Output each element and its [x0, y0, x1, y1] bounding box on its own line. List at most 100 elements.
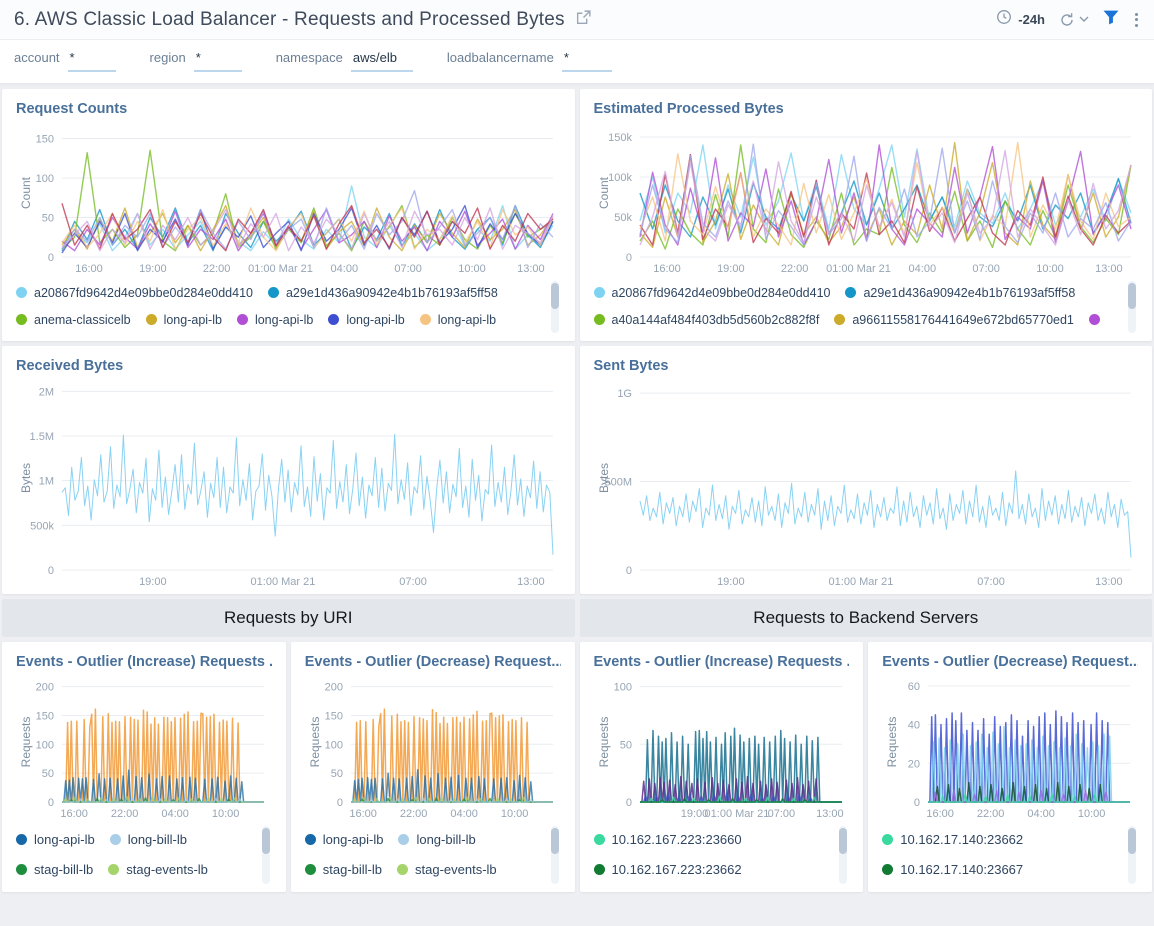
legend-item[interactable]: 10.162.17.140:23667 [882, 854, 1122, 884]
filter-namespace[interactable]: namespace aws/elb [276, 48, 413, 72]
legend-label: a96611558176441649e672bd65770ed1 [852, 313, 1074, 327]
chart-sent-bytes[interactable]: 0500M1GBytes19:0001:00 Mar 2107:0013:00 [594, 378, 1139, 590]
legend-item[interactable]: 10.162.167.223:23662 [594, 854, 834, 884]
legend-item[interactable]: a20867fd9642d4e09bbe0d284e0dd410 [594, 279, 831, 306]
legend-backend-outlier-increase: 10.162.167.223:2366010.162.167.223:23662 [594, 824, 850, 888]
legend-item[interactable]: stag-events-lb [108, 854, 208, 884]
legend-item[interactable]: a96611558176441649e672bd65770ed1 [834, 306, 1074, 333]
dashboard-header: 6. AWS Classic Load Balancer - Requests … [0, 0, 1154, 40]
legend-color-dot [882, 864, 893, 875]
legend-item[interactable]: long-api-lb [420, 306, 496, 333]
svg-text:16:00: 16:00 [60, 808, 88, 820]
svg-text:Bytes: Bytes [19, 463, 33, 493]
legend-color-dot [108, 864, 119, 875]
legend-label: long-bill-lb [128, 832, 187, 847]
svg-text:16:00: 16:00 [75, 263, 103, 275]
legend-scrollbar[interactable] [262, 828, 270, 854]
legend-scrollbar[interactable] [1128, 283, 1136, 309]
legend-item[interactable] [882, 884, 1122, 888]
legend-item[interactable] [594, 884, 834, 888]
legend-item[interactable]: stag-bill-lb [305, 854, 382, 884]
legend-item[interactable]: long-bill-lb [398, 824, 475, 854]
legend-item[interactable]: 10.162.167.223:23660 [594, 824, 834, 854]
chart-uri-outlier-decrease[interactable]: 050100150200Requests16:0022:0004:0010:00 [305, 674, 561, 822]
legend-item[interactable]: stag-monitor-lb [305, 884, 410, 888]
legend-item[interactable]: long-api-lb [305, 824, 384, 854]
svg-text:150k: 150k [608, 132, 632, 144]
legend-scrollbar[interactable] [551, 283, 559, 309]
legend-item[interactable] [136, 884, 154, 888]
legend-uri-outlier-decrease: long-api-lb long-bill-lb stag-bill-lb stag-… [305, 824, 561, 888]
legend-item[interactable] [140, 333, 158, 337]
svg-text:150: 150 [36, 133, 54, 145]
legend-item[interactable]: stag-monitor-lb [16, 884, 121, 888]
legend-scrollbar[interactable] [1128, 828, 1136, 854]
legend-color-dot [146, 314, 157, 325]
svg-text:13:00: 13:00 [816, 808, 844, 820]
legend-label: long-api-lb [255, 313, 313, 327]
filter-value-input[interactable]: aws/elb [351, 48, 413, 72]
legend-item[interactable]: a29e1d436a90942e4b1b76193af5ff58 [845, 279, 1075, 306]
share-icon[interactable] [575, 9, 592, 31]
refresh-icon[interactable] [1059, 12, 1089, 28]
filter-value-input[interactable]: * [562, 48, 612, 72]
page-title: 6. AWS Classic Load Balancer - Requests … [14, 9, 565, 31]
filter-icon[interactable] [1103, 10, 1119, 30]
chart-backend-outlier-decrease[interactable]: 0204060Requests16:0022:0004:0010:00 [882, 674, 1138, 822]
svg-text:50: 50 [42, 768, 54, 780]
filter-loadbalancername[interactable]: loadbalancername * [447, 48, 612, 72]
legend-item[interactable]: stag-bill-lb [16, 854, 93, 884]
legend-item[interactable]: long-api-lb [146, 306, 222, 333]
legend-item[interactable]: stag-events-lb [397, 854, 497, 884]
legend-item[interactable] [627, 333, 645, 337]
clock-icon[interactable] [996, 9, 1012, 30]
legend-item[interactable] [424, 884, 442, 888]
chart-backend-outlier-increase[interactable]: 050100Requests19:0001:00 Mar 2107:0013:0… [594, 674, 850, 822]
svg-text:04:00: 04:00 [908, 263, 936, 275]
legend-item[interactable]: a40a144af484f403db5d560b2c882f8f [594, 306, 820, 333]
legend-item[interactable]: anema-classicelb [16, 306, 131, 333]
legend-item[interactable]: long-api-lb [328, 306, 404, 333]
legend-color-dot [594, 314, 605, 325]
legend-item[interactable]: long-api-lb [16, 824, 95, 854]
filter-value-input[interactable]: * [68, 48, 116, 72]
legend-color-dot [305, 864, 316, 875]
legend-item[interactable]: 10.162.17.140:23662 [882, 824, 1122, 854]
legend-item[interactable]: long-api-lb [237, 306, 313, 333]
filter-region[interactable]: region * [150, 48, 242, 72]
time-range-label[interactable]: -24h [1018, 12, 1045, 27]
svg-text:01:00 Mar 21: 01:00 Mar 21 [826, 263, 891, 275]
panel-title: Request Counts [16, 101, 561, 117]
svg-text:1M: 1M [39, 476, 54, 488]
kebab-menu-icon[interactable] [1133, 11, 1140, 29]
legend-item[interactable]: a20867fd9642d4e09bbe0d284e0dd410 [16, 279, 253, 306]
filter-value-input[interactable]: * [194, 48, 242, 72]
svg-text:100k: 100k [608, 172, 632, 184]
legend-item[interactable]: a29e1d436a90942e4b1b76193af5ff58 [268, 279, 498, 306]
legend-color-dot [845, 287, 856, 298]
legend-scrollbar[interactable] [551, 828, 559, 854]
legend-item[interactable] [1089, 306, 1107, 333]
legend-color-dot [594, 864, 605, 875]
legend-label: a20867fd9642d4e09bbe0d284e0dd410 [612, 286, 831, 300]
legend-label: stag-bill-lb [323, 862, 382, 877]
svg-text:16:00: 16:00 [653, 263, 681, 275]
chart-request-counts[interactable]: 050100150Count16:0019:0022:0001:00 Mar 2… [16, 121, 561, 277]
svg-text:13:00: 13:00 [517, 263, 545, 275]
legend-label: a20867fd9642d4e09bbe0d284e0dd410 [34, 286, 253, 300]
chart-received-bytes[interactable]: 0500k1M1.5M2MBytes19:0001:00 Mar 2107:00… [16, 378, 561, 590]
svg-text:60: 60 [908, 681, 920, 693]
legend-color-dot [16, 287, 27, 298]
legend-scrollbar[interactable] [839, 828, 847, 854]
panel-title: Sent Bytes [594, 358, 1139, 374]
svg-text:22:00: 22:00 [400, 808, 428, 820]
legend-item[interactable] [594, 333, 612, 337]
legend-label: 10.162.17.140:23662 [900, 832, 1023, 847]
chart-uri-outlier-increase[interactable]: 050100150200Requests16:0022:0004:0010:00 [16, 674, 272, 822]
legend-item[interactable]: long-api-lb [16, 333, 92, 337]
chart-estimated-processed-bytes[interactable]: 050k100k150kCount16:0019:0022:0001:00 Ma… [594, 121, 1139, 277]
legend-item[interactable] [107, 333, 125, 337]
legend-item[interactable]: long-bill-lb [110, 824, 187, 854]
filter-account[interactable]: account * [14, 48, 116, 72]
legend-item[interactable] [660, 333, 678, 337]
